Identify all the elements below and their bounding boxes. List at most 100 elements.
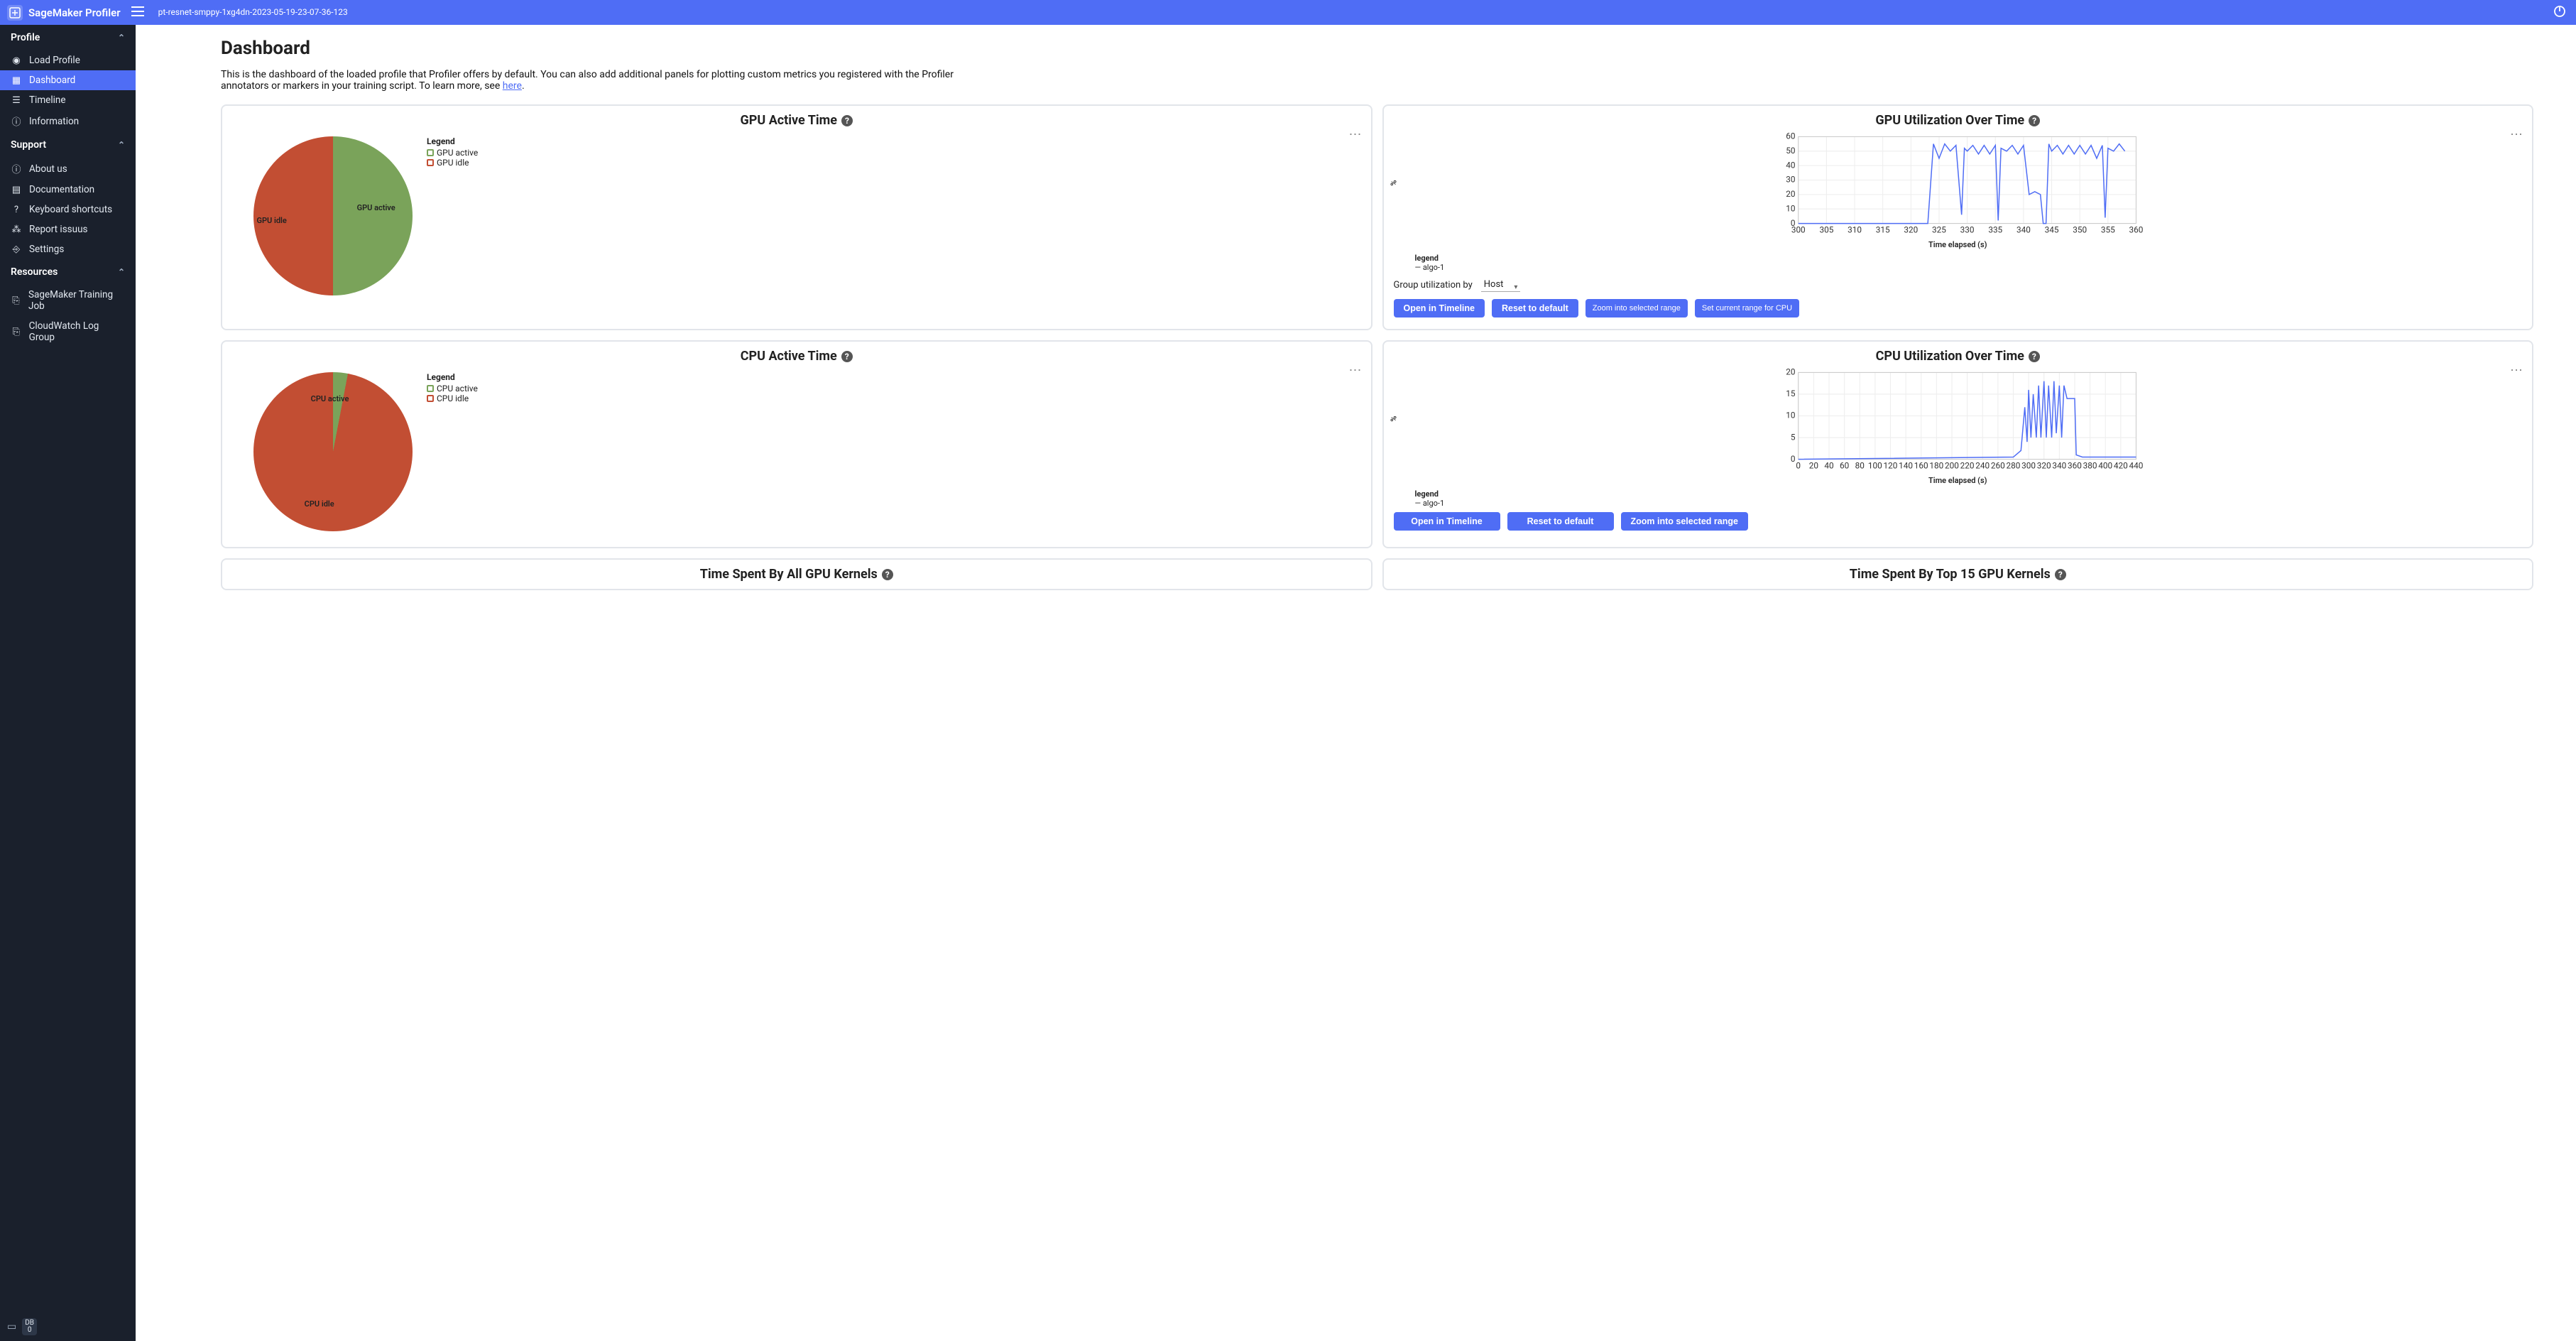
chevron-up-icon: ⌃	[118, 267, 125, 277]
sidebar-item-training-job[interactable]: ⎘SageMaker Training Job	[0, 285, 136, 316]
svg-text:330: 330	[1960, 224, 1974, 234]
dashboard-icon: ▦	[11, 75, 22, 86]
svg-text:10: 10	[1786, 203, 1795, 213]
svg-text:325: 325	[1932, 224, 1946, 234]
sidebar-item-report[interactable]: ⁂Report issuus	[0, 219, 136, 239]
gpu-active-pie: GPU active GPU idle	[253, 136, 413, 295]
page-description: This is the dashboard of the loaded prof…	[221, 69, 966, 92]
db-badge[interactable]: DB 0	[22, 1318, 37, 1335]
svg-text:0: 0	[1790, 454, 1795, 464]
svg-text:350: 350	[2073, 224, 2087, 234]
link-icon: ⎘	[11, 295, 21, 306]
open-timeline-button[interactable]: Open in Timeline	[1394, 299, 1485, 317]
svg-text:305: 305	[1819, 224, 1833, 234]
svg-text:120: 120	[1883, 460, 1897, 470]
svg-text:355: 355	[2100, 224, 2114, 234]
svg-text:440: 440	[2129, 460, 2143, 470]
panel-title: GPU Utilization Over Time ?	[1394, 113, 2523, 128]
menu-toggle-icon[interactable]	[131, 6, 144, 19]
bug-icon: ⁂	[11, 224, 22, 235]
panel-gpu-util: GPU Utilization Over Time ? ⋯ % 01020304…	[1382, 104, 2534, 330]
svg-text:360: 360	[2129, 224, 2143, 234]
sidebar-item-information[interactable]: ⓘInformation	[0, 110, 136, 132]
sidebar-item-cloudwatch[interactable]: ⎘CloudWatch Log Group	[0, 316, 136, 347]
svg-text:10: 10	[1786, 411, 1795, 420]
chevron-up-icon: ⌃	[118, 140, 125, 150]
sidebar-section-support[interactable]: Support ⌃	[0, 132, 136, 158]
reset-button[interactable]: Reset to default	[1492, 299, 1578, 317]
svg-text:360: 360	[2068, 460, 2082, 470]
help-icon[interactable]: ?	[2029, 115, 2040, 126]
help-icon: ?	[11, 205, 22, 215]
set-cpu-range-button[interactable]: Set current range for CPU	[1695, 299, 1799, 317]
sidebar-section-profile[interactable]: Profile ⌃	[0, 25, 136, 50]
sidebar-item-timeline[interactable]: ☰Timeline	[0, 90, 136, 110]
sidebar: Profile ⌃ ◉Load Profile ▦Dashboard ☰Time…	[0, 25, 136, 1341]
sidebar-item-documentation[interactable]: ▤Documentation	[0, 180, 136, 200]
timeline-icon: ☰	[11, 95, 22, 106]
help-icon[interactable]: ?	[2029, 351, 2040, 362]
svg-text:400: 400	[2098, 460, 2112, 470]
svg-text:0: 0	[1796, 460, 1801, 470]
learn-more-link[interactable]: here	[503, 80, 522, 92]
legend: Legend GPU active GPU idle	[427, 136, 478, 168]
svg-text:20: 20	[1808, 460, 1818, 470]
sidebar-item-load-profile[interactable]: ◉Load Profile	[0, 50, 136, 70]
zoom-button[interactable]: Zoom into selected range	[1586, 299, 1688, 317]
svg-text:200: 200	[1945, 460, 1959, 470]
panel-cpu-active: CPU Active Time ? ⋯ CPU active CPU idle …	[221, 340, 1372, 548]
info-icon: ⓘ	[11, 162, 22, 175]
svg-text:335: 335	[1988, 224, 2002, 234]
cpu-util-chart[interactable]: % 05101520020406080100120140160180200220…	[1397, 368, 2520, 474]
svg-text:60: 60	[1786, 132, 1795, 141]
gpu-util-chart[interactable]: % 01020304050603003053103153203253303353…	[1397, 132, 2520, 239]
help-icon[interactable]: ?	[882, 569, 893, 580]
open-timeline-button[interactable]: Open in Timeline	[1394, 512, 1500, 531]
svg-text:340: 340	[2052, 460, 2066, 470]
svg-text:420: 420	[2113, 460, 2127, 470]
panel-menu-icon[interactable]: ⋯	[1349, 363, 1363, 378]
svg-text:20: 20	[1786, 368, 1795, 377]
chart-legend: legend — algo-1	[1415, 254, 2523, 272]
svg-text:260: 260	[1990, 460, 2004, 470]
svg-text:320: 320	[2036, 460, 2051, 470]
panel-cpu-util: CPU Utilization Over Time ? ⋯ % 05101520…	[1382, 340, 2534, 548]
svg-text:5: 5	[1790, 432, 1795, 442]
sidebar-footer: ▭ DB 0	[0, 1313, 136, 1341]
svg-text:60: 60	[1840, 460, 1849, 470]
settings-icon: ⎆	[11, 244, 22, 255]
svg-text:315: 315	[1875, 224, 1889, 234]
panel-title: CPU Active Time ?	[232, 349, 1361, 364]
reset-button[interactable]: Reset to default	[1507, 512, 1614, 531]
topbar: SageMaker Profiler pt-resnet-smppy-1xg4d…	[0, 0, 2576, 25]
sidebar-item-keyboard[interactable]: ?Keyboard shortcuts	[0, 200, 136, 219]
svg-text:180: 180	[1929, 460, 1943, 470]
svg-text:100: 100	[1867, 460, 1882, 470]
panel-menu-icon[interactable]: ⋯	[1349, 127, 1363, 142]
compass-icon: ◉	[11, 55, 22, 66]
svg-text:300: 300	[1791, 224, 1805, 234]
panel-title: Time Spent By All GPU Kernels ?	[232, 567, 1361, 582]
sidebar-item-dashboard[interactable]: ▦Dashboard	[0, 70, 136, 90]
main-content: Dashboard This is the dashboard of the l…	[136, 25, 2576, 1341]
doc-icon: ▤	[11, 185, 22, 195]
group-by-dropdown[interactable]: Host	[1481, 278, 1521, 292]
help-icon[interactable]: ?	[841, 115, 853, 126]
panel-gpu-active: GPU Active Time ? ⋯ GPU active GPU idle …	[221, 104, 1372, 330]
svg-text:380: 380	[2083, 460, 2097, 470]
svg-text:300: 300	[2021, 460, 2036, 470]
power-icon[interactable]	[2553, 5, 2566, 21]
chevron-up-icon: ⌃	[118, 33, 125, 43]
sidebar-item-about[interactable]: ⓘAbout us	[0, 158, 136, 180]
chart-icon[interactable]: ▭	[7, 1321, 16, 1332]
link-icon: ⎘	[11, 327, 22, 337]
job-name: pt-resnet-smppy-1xg4dn-2023-05-19-23-07-…	[158, 8, 348, 17]
svg-text:40: 40	[1824, 460, 1833, 470]
help-icon[interactable]: ?	[2055, 569, 2066, 580]
panel-gpu-kernels-all: Time Spent By All GPU Kernels ?	[221, 558, 1372, 590]
help-icon[interactable]: ?	[841, 351, 853, 362]
zoom-button[interactable]: Zoom into selected range	[1621, 512, 1748, 531]
sidebar-item-settings[interactable]: ⎆Settings	[0, 239, 136, 259]
sidebar-section-resources[interactable]: Resources ⌃	[0, 259, 136, 285]
panel-title: GPU Active Time ?	[232, 113, 1361, 128]
